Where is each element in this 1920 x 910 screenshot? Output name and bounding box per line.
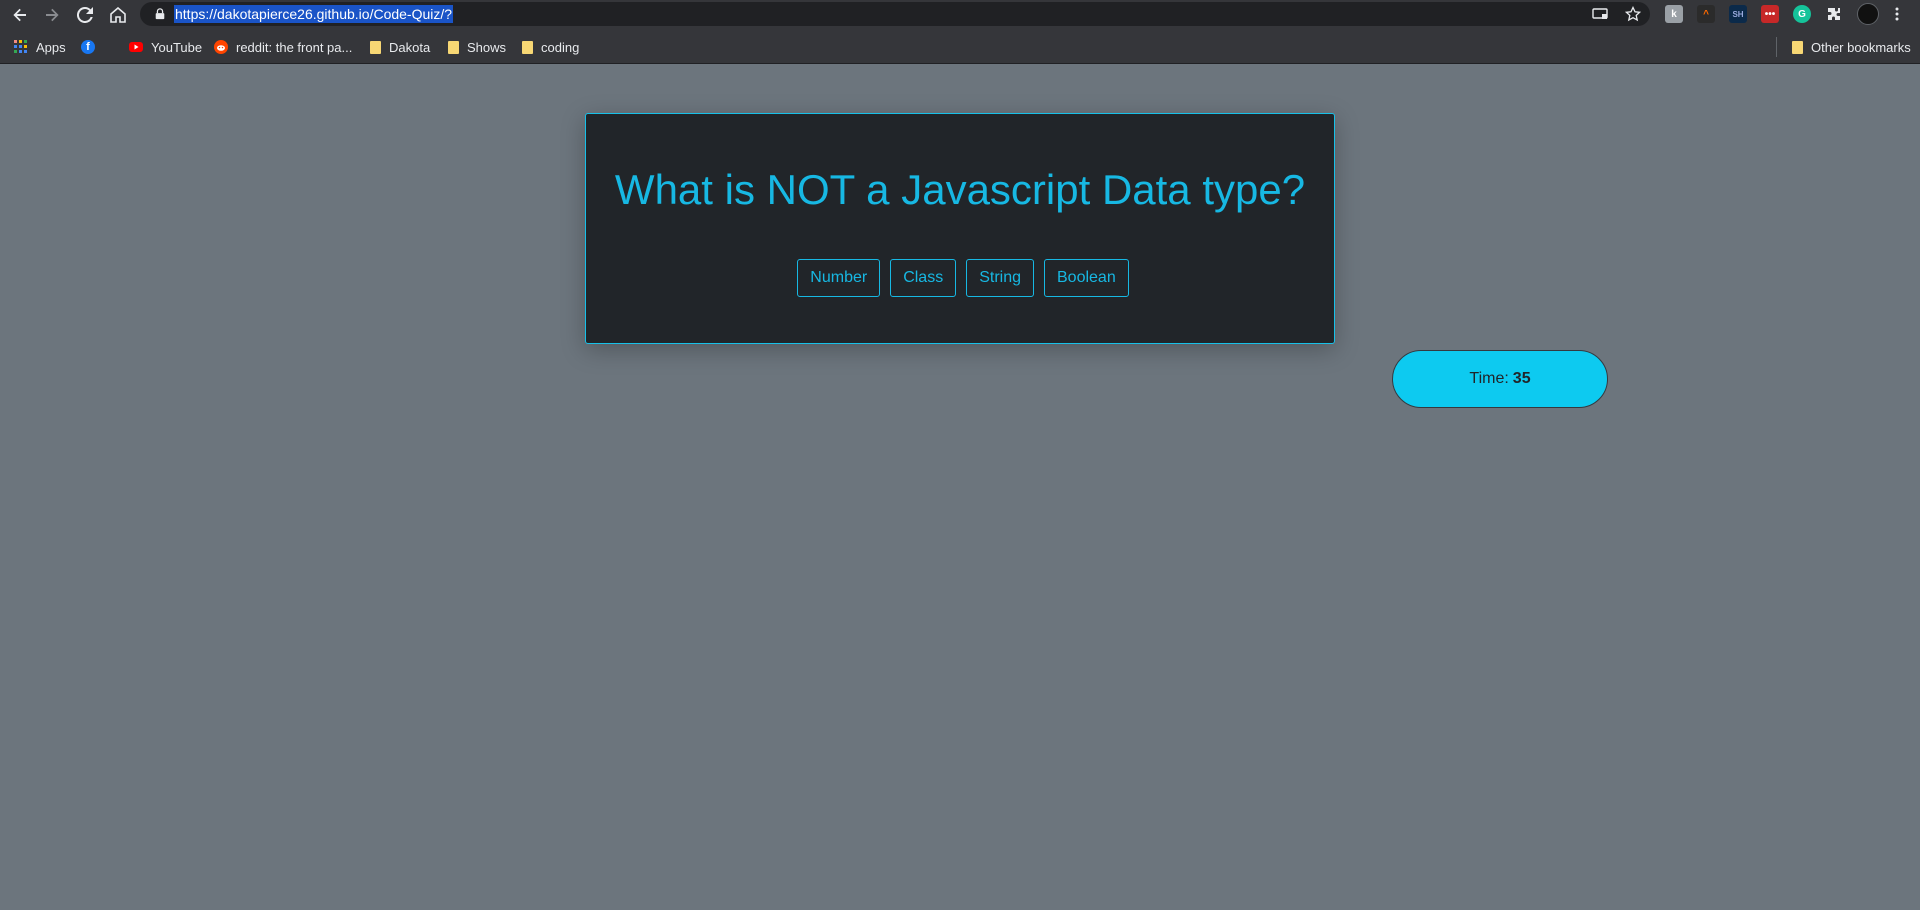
bookmark-folder-coding[interactable]: coding [522, 38, 579, 56]
bookmark-folder-shows[interactable]: Shows [448, 38, 506, 56]
grammarly-icon[interactable]: G [1793, 5, 1811, 23]
profile-avatar[interactable] [1857, 3, 1879, 25]
extension-4[interactable]: ••• [1761, 5, 1779, 23]
youtube-icon [129, 40, 143, 54]
bookmark-label: reddit: the front pa... [236, 39, 353, 55]
answer-button[interactable]: Class [890, 259, 957, 297]
bookmark-facebook[interactable]: f [81, 38, 103, 56]
back-icon[interactable] [8, 3, 32, 27]
answer-button[interactable]: String [966, 259, 1034, 297]
folder-icon [448, 40, 459, 54]
facebook-icon: f [81, 40, 95, 54]
address-bar[interactable]: https://dakotapierce26.github.io/Code-Qu… [140, 2, 1650, 26]
bookmark-youtube[interactable]: YouTube [129, 38, 202, 56]
extension-1[interactable]: k [1665, 5, 1683, 23]
answer-button[interactable]: Boolean [1044, 259, 1129, 297]
extension-2[interactable]: ^ [1697, 5, 1715, 23]
lock-icon [154, 7, 168, 21]
quiz-card: What is NOT a Javascript Data type? Numb… [585, 113, 1335, 344]
bookmarks-divider [1776, 37, 1777, 57]
more-menu-icon[interactable] [1888, 5, 1906, 23]
bookmark-label: Dakota [389, 39, 431, 55]
apps-grid-icon [14, 40, 28, 54]
puzzle-icon[interactable] [1825, 5, 1843, 23]
url-text[interactable]: https://dakotapierce26.github.io/Code-Qu… [174, 5, 454, 23]
folder-icon [370, 40, 381, 54]
answer-list: Number Class String Boolean [586, 259, 1334, 297]
bookmark-label: coding [541, 39, 580, 55]
timer-value: 35 [1512, 370, 1531, 387]
folder-icon [1792, 40, 1803, 54]
cast-icon[interactable] [1592, 6, 1608, 22]
folder-icon [522, 40, 533, 54]
bookmark-label: YouTube [151, 39, 203, 55]
browser-toolbar: https://dakotapierce26.github.io/Code-Qu… [0, 0, 1920, 29]
bookmark-folder-dakota[interactable]: Dakota [370, 38, 430, 56]
question-title: What is NOT a Javascript Data type? [614, 166, 1306, 213]
star-icon[interactable] [1624, 5, 1642, 22]
timer-badge: Time: 35 [1392, 350, 1608, 408]
timer-label: Time: [1469, 370, 1509, 387]
bookmark-label: Shows [467, 39, 507, 55]
forward-icon[interactable] [40, 3, 64, 27]
bookmark-other[interactable]: Other bookmarks [1792, 38, 1911, 56]
extension-sh[interactable]: SH [1729, 5, 1747, 23]
bookmark-label: Apps [36, 39, 66, 55]
reddit-icon [214, 40, 228, 54]
bookmark-apps[interactable]: Apps [14, 38, 66, 56]
bookmark-reddit[interactable]: reddit: the front pa... [214, 38, 352, 56]
bookmarks-bar: Apps f YouTube reddit: the front pa... D… [0, 29, 1920, 64]
home-icon[interactable] [106, 3, 130, 27]
reload-icon[interactable] [73, 3, 97, 27]
bookmark-label: Other bookmarks [1811, 39, 1911, 55]
answer-button[interactable]: Number [797, 259, 881, 297]
